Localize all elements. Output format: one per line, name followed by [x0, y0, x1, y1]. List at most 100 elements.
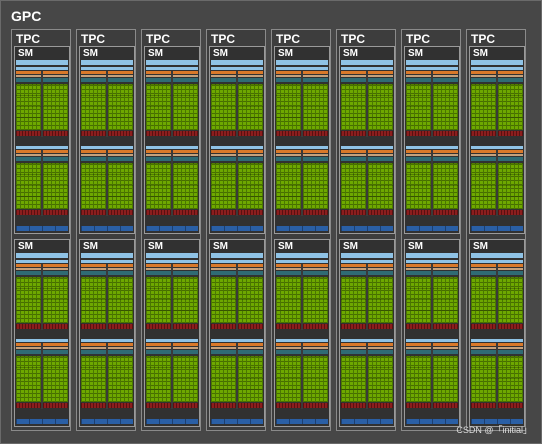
- core-unit: [276, 106, 301, 107]
- core-unit: [16, 367, 41, 368]
- core-unit: [81, 277, 106, 278]
- core-column: [211, 339, 236, 417]
- core-unit: [276, 378, 301, 379]
- core-unit: [238, 163, 263, 164]
- load-store-unit: [433, 403, 458, 408]
- load-store-unit: [276, 131, 301, 136]
- sm-block: SM: [469, 46, 525, 234]
- core-unit: [146, 117, 171, 118]
- texture-unit-bar: [81, 226, 133, 231]
- load-store-unit: [146, 324, 171, 329]
- core-unit: [406, 378, 431, 379]
- sm-block: SM: [274, 46, 330, 234]
- core-unit: [341, 378, 366, 379]
- core-unit: [471, 389, 496, 390]
- core-unit: [303, 288, 328, 289]
- cuda-core-array: [471, 84, 496, 130]
- cuda-core-array: [16, 84, 41, 130]
- core-unit: [406, 117, 431, 118]
- column-divider: [431, 343, 433, 409]
- sm-processing-block: [471, 67, 523, 145]
- core-column: [276, 260, 301, 338]
- core-unit: [173, 106, 198, 107]
- core-unit: [368, 389, 393, 390]
- sm-block: SM: [79, 239, 135, 427]
- core-column: [303, 260, 328, 338]
- cuda-core-array: [276, 84, 301, 130]
- instruction-cache-bar: [406, 60, 458, 65]
- tpc-title: TPC: [16, 32, 40, 46]
- instruction-cache-bar: [276, 60, 328, 65]
- column-divider: [496, 71, 498, 137]
- core-unit: [433, 389, 458, 390]
- sm-processing-block: [471, 339, 523, 417]
- sm-body: [81, 253, 133, 425]
- core-unit: [498, 95, 523, 96]
- core-unit: [341, 117, 366, 118]
- sm-body: [471, 60, 523, 232]
- core-column: [43, 260, 68, 338]
- load-store-unit: [211, 324, 236, 329]
- column-divider: [496, 150, 498, 216]
- core-unit: [433, 367, 458, 368]
- cuda-core-array: [108, 277, 133, 323]
- cuda-core-array: [498, 277, 523, 323]
- core-unit: [238, 310, 263, 311]
- load-store-unit: [173, 131, 198, 136]
- sm-block: SM: [209, 46, 265, 234]
- load-store-unit: [81, 403, 106, 408]
- core-unit: [173, 288, 198, 289]
- core-unit: [16, 299, 41, 300]
- core-unit: [341, 288, 366, 289]
- core-unit: [368, 378, 393, 379]
- core-unit: [173, 174, 198, 175]
- core-column: [146, 67, 171, 145]
- core-unit: [406, 299, 431, 300]
- tpc-title: TPC: [146, 32, 170, 46]
- core-unit: [471, 288, 496, 289]
- texture-unit-bar: [146, 226, 198, 231]
- core-unit: [43, 106, 68, 107]
- cuda-core-array: [368, 84, 393, 130]
- sm-block: SM: [144, 46, 200, 234]
- sm-processing-block: [406, 146, 458, 224]
- load-store-unit: [108, 210, 133, 215]
- cuda-core-array: [146, 163, 171, 209]
- load-store-unit: [173, 403, 198, 408]
- core-unit: [146, 288, 171, 289]
- column-divider: [41, 71, 43, 137]
- core-unit: [238, 84, 263, 85]
- cuda-core-array: [276, 277, 301, 323]
- column-divider: [236, 264, 238, 330]
- core-unit: [16, 277, 41, 278]
- core-unit: [43, 356, 68, 357]
- core-unit: [303, 356, 328, 357]
- core-unit: [108, 185, 133, 186]
- core-unit: [303, 95, 328, 96]
- cuda-core-array: [146, 84, 171, 130]
- core-unit: [471, 174, 496, 175]
- core-unit: [146, 185, 171, 186]
- core-unit: [211, 378, 236, 379]
- core-unit: [276, 185, 301, 186]
- core-unit: [471, 378, 496, 379]
- core-unit: [43, 299, 68, 300]
- load-store-unit: [498, 131, 523, 136]
- core-unit: [211, 356, 236, 357]
- core-unit: [276, 95, 301, 96]
- cuda-core-array: [341, 277, 366, 323]
- core-column: [433, 146, 458, 224]
- load-store-unit: [43, 210, 68, 215]
- core-unit: [276, 277, 301, 278]
- core-column: [43, 146, 68, 224]
- cuda-core-array: [368, 356, 393, 402]
- column-divider: [496, 264, 498, 330]
- core-unit: [173, 389, 198, 390]
- core-unit: [406, 95, 431, 96]
- load-store-unit: [471, 210, 496, 215]
- core-unit: [146, 356, 171, 357]
- cuda-core-array: [16, 163, 41, 209]
- core-unit: [341, 277, 366, 278]
- core-unit: [173, 163, 198, 164]
- column-divider: [171, 343, 173, 409]
